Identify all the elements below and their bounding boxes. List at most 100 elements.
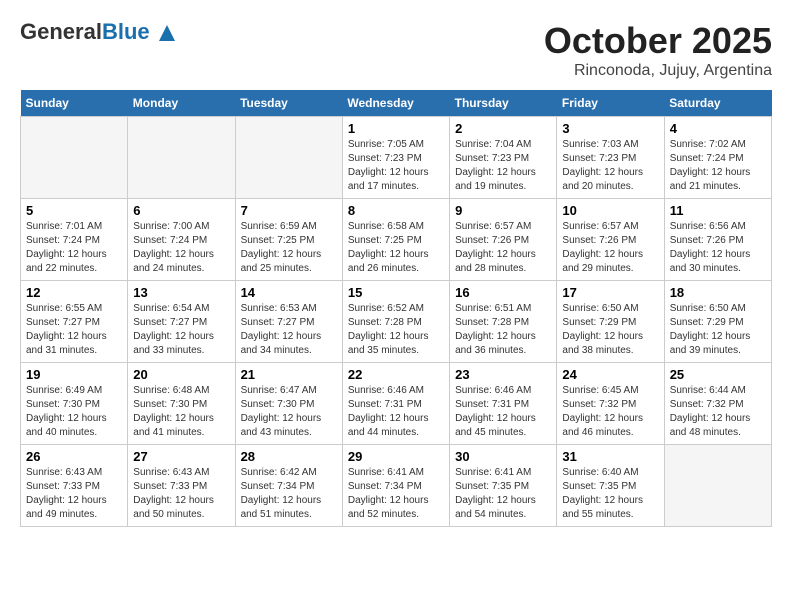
table-row: 18 Sunrise: 6:50 AM Sunset: 7:29 PM Dayl… — [664, 281, 771, 363]
calendar-header-row: Sunday Monday Tuesday Wednesday Thursday… — [21, 90, 772, 117]
day-number: 24 — [562, 367, 658, 382]
logo-general: General — [20, 19, 102, 44]
logo: GeneralBlue — [20, 20, 176, 44]
day-number: 21 — [241, 367, 337, 382]
day-number: 8 — [348, 203, 444, 218]
day-number: 7 — [241, 203, 337, 218]
day-number: 27 — [133, 449, 229, 464]
day-info: Sunrise: 6:57 AM Sunset: 7:26 PM Dayligh… — [562, 220, 658, 276]
day-info: Sunrise: 6:52 AM Sunset: 7:28 PM Dayligh… — [348, 302, 444, 358]
col-saturday: Saturday — [664, 90, 771, 117]
logo-blue: Blue — [102, 19, 150, 44]
day-number: 30 — [455, 449, 551, 464]
day-number: 9 — [455, 203, 551, 218]
day-number: 29 — [348, 449, 444, 464]
day-number: 4 — [670, 121, 766, 136]
table-row: 24 Sunrise: 6:45 AM Sunset: 7:32 PM Dayl… — [557, 363, 664, 445]
table-row: 17 Sunrise: 6:50 AM Sunset: 7:29 PM Dayl… — [557, 281, 664, 363]
col-thursday: Thursday — [450, 90, 557, 117]
day-number: 12 — [26, 285, 122, 300]
table-row: 13 Sunrise: 6:54 AM Sunset: 7:27 PM Dayl… — [128, 281, 235, 363]
table-row — [21, 117, 128, 199]
day-info: Sunrise: 7:03 AM Sunset: 7:23 PM Dayligh… — [562, 138, 658, 194]
table-row: 31 Sunrise: 6:40 AM Sunset: 7:35 PM Dayl… — [557, 445, 664, 527]
day-number: 5 — [26, 203, 122, 218]
day-info: Sunrise: 7:04 AM Sunset: 7:23 PM Dayligh… — [455, 138, 551, 194]
day-info: Sunrise: 6:45 AM Sunset: 7:32 PM Dayligh… — [562, 384, 658, 440]
day-number: 31 — [562, 449, 658, 464]
logo-icon — [158, 24, 176, 42]
calendar-week-row: 19 Sunrise: 6:49 AM Sunset: 7:30 PM Dayl… — [21, 363, 772, 445]
table-row: 9 Sunrise: 6:57 AM Sunset: 7:26 PM Dayli… — [450, 199, 557, 281]
day-info: Sunrise: 6:43 AM Sunset: 7:33 PM Dayligh… — [26, 466, 122, 522]
day-info: Sunrise: 6:50 AM Sunset: 7:29 PM Dayligh… — [562, 302, 658, 358]
calendar-table: Sunday Monday Tuesday Wednesday Thursday… — [20, 90, 772, 527]
day-info: Sunrise: 6:49 AM Sunset: 7:30 PM Dayligh… — [26, 384, 122, 440]
table-row: 1 Sunrise: 7:05 AM Sunset: 7:23 PM Dayli… — [342, 117, 449, 199]
day-info: Sunrise: 6:57 AM Sunset: 7:26 PM Dayligh… — [455, 220, 551, 276]
table-row: 7 Sunrise: 6:59 AM Sunset: 7:25 PM Dayli… — [235, 199, 342, 281]
calendar-week-row: 5 Sunrise: 7:01 AM Sunset: 7:24 PM Dayli… — [21, 199, 772, 281]
day-number: 1 — [348, 121, 444, 136]
table-row: 14 Sunrise: 6:53 AM Sunset: 7:27 PM Dayl… — [235, 281, 342, 363]
day-info: Sunrise: 6:53 AM Sunset: 7:27 PM Dayligh… — [241, 302, 337, 358]
day-number: 23 — [455, 367, 551, 382]
day-number: 10 — [562, 203, 658, 218]
day-number: 18 — [670, 285, 766, 300]
table-row: 5 Sunrise: 7:01 AM Sunset: 7:24 PM Dayli… — [21, 199, 128, 281]
day-info: Sunrise: 6:43 AM Sunset: 7:33 PM Dayligh… — [133, 466, 229, 522]
table-row: 28 Sunrise: 6:42 AM Sunset: 7:34 PM Dayl… — [235, 445, 342, 527]
table-row: 21 Sunrise: 6:47 AM Sunset: 7:30 PM Dayl… — [235, 363, 342, 445]
calendar-week-row: 1 Sunrise: 7:05 AM Sunset: 7:23 PM Dayli… — [21, 117, 772, 199]
day-number: 20 — [133, 367, 229, 382]
day-info: Sunrise: 6:54 AM Sunset: 7:27 PM Dayligh… — [133, 302, 229, 358]
day-number: 11 — [670, 203, 766, 218]
table-row: 2 Sunrise: 7:04 AM Sunset: 7:23 PM Dayli… — [450, 117, 557, 199]
day-info: Sunrise: 6:51 AM Sunset: 7:28 PM Dayligh… — [455, 302, 551, 358]
table-row: 15 Sunrise: 6:52 AM Sunset: 7:28 PM Dayl… — [342, 281, 449, 363]
day-number: 14 — [241, 285, 337, 300]
table-row: 19 Sunrise: 6:49 AM Sunset: 7:30 PM Dayl… — [21, 363, 128, 445]
table-row: 8 Sunrise: 6:58 AM Sunset: 7:25 PM Dayli… — [342, 199, 449, 281]
day-info: Sunrise: 6:42 AM Sunset: 7:34 PM Dayligh… — [241, 466, 337, 522]
table-row: 25 Sunrise: 6:44 AM Sunset: 7:32 PM Dayl… — [664, 363, 771, 445]
day-info: Sunrise: 7:05 AM Sunset: 7:23 PM Dayligh… — [348, 138, 444, 194]
day-number: 13 — [133, 285, 229, 300]
day-info: Sunrise: 7:01 AM Sunset: 7:24 PM Dayligh… — [26, 220, 122, 276]
col-sunday: Sunday — [21, 90, 128, 117]
day-info: Sunrise: 6:46 AM Sunset: 7:31 PM Dayligh… — [348, 384, 444, 440]
day-number: 3 — [562, 121, 658, 136]
day-info: Sunrise: 7:00 AM Sunset: 7:24 PM Dayligh… — [133, 220, 229, 276]
table-row: 23 Sunrise: 6:46 AM Sunset: 7:31 PM Dayl… — [450, 363, 557, 445]
day-number: 2 — [455, 121, 551, 136]
day-number: 17 — [562, 285, 658, 300]
table-row: 26 Sunrise: 6:43 AM Sunset: 7:33 PM Dayl… — [21, 445, 128, 527]
table-row: 29 Sunrise: 6:41 AM Sunset: 7:34 PM Dayl… — [342, 445, 449, 527]
table-row: 3 Sunrise: 7:03 AM Sunset: 7:23 PM Dayli… — [557, 117, 664, 199]
day-info: Sunrise: 6:44 AM Sunset: 7:32 PM Dayligh… — [670, 384, 766, 440]
day-info: Sunrise: 6:41 AM Sunset: 7:34 PM Dayligh… — [348, 466, 444, 522]
table-row — [128, 117, 235, 199]
col-friday: Friday — [557, 90, 664, 117]
day-info: Sunrise: 6:47 AM Sunset: 7:30 PM Dayligh… — [241, 384, 337, 440]
day-info: Sunrise: 6:56 AM Sunset: 7:26 PM Dayligh… — [670, 220, 766, 276]
month-title: October 2025 — [544, 20, 772, 62]
day-number: 25 — [670, 367, 766, 382]
day-info: Sunrise: 6:46 AM Sunset: 7:31 PM Dayligh… — [455, 384, 551, 440]
day-number: 26 — [26, 449, 122, 464]
calendar-week-row: 12 Sunrise: 6:55 AM Sunset: 7:27 PM Dayl… — [21, 281, 772, 363]
table-row: 16 Sunrise: 6:51 AM Sunset: 7:28 PM Dayl… — [450, 281, 557, 363]
day-number: 28 — [241, 449, 337, 464]
day-number: 6 — [133, 203, 229, 218]
day-number: 15 — [348, 285, 444, 300]
day-info: Sunrise: 6:50 AM Sunset: 7:29 PM Dayligh… — [670, 302, 766, 358]
day-number: 19 — [26, 367, 122, 382]
table-row: 12 Sunrise: 6:55 AM Sunset: 7:27 PM Dayl… — [21, 281, 128, 363]
table-row: 27 Sunrise: 6:43 AM Sunset: 7:33 PM Dayl… — [128, 445, 235, 527]
day-number: 16 — [455, 285, 551, 300]
day-info: Sunrise: 6:48 AM Sunset: 7:30 PM Dayligh… — [133, 384, 229, 440]
table-row: 22 Sunrise: 6:46 AM Sunset: 7:31 PM Dayl… — [342, 363, 449, 445]
location-title: Rinconoda, Jujuy, Argentina — [544, 62, 772, 80]
col-monday: Monday — [128, 90, 235, 117]
table-row: 30 Sunrise: 6:41 AM Sunset: 7:35 PM Dayl… — [450, 445, 557, 527]
